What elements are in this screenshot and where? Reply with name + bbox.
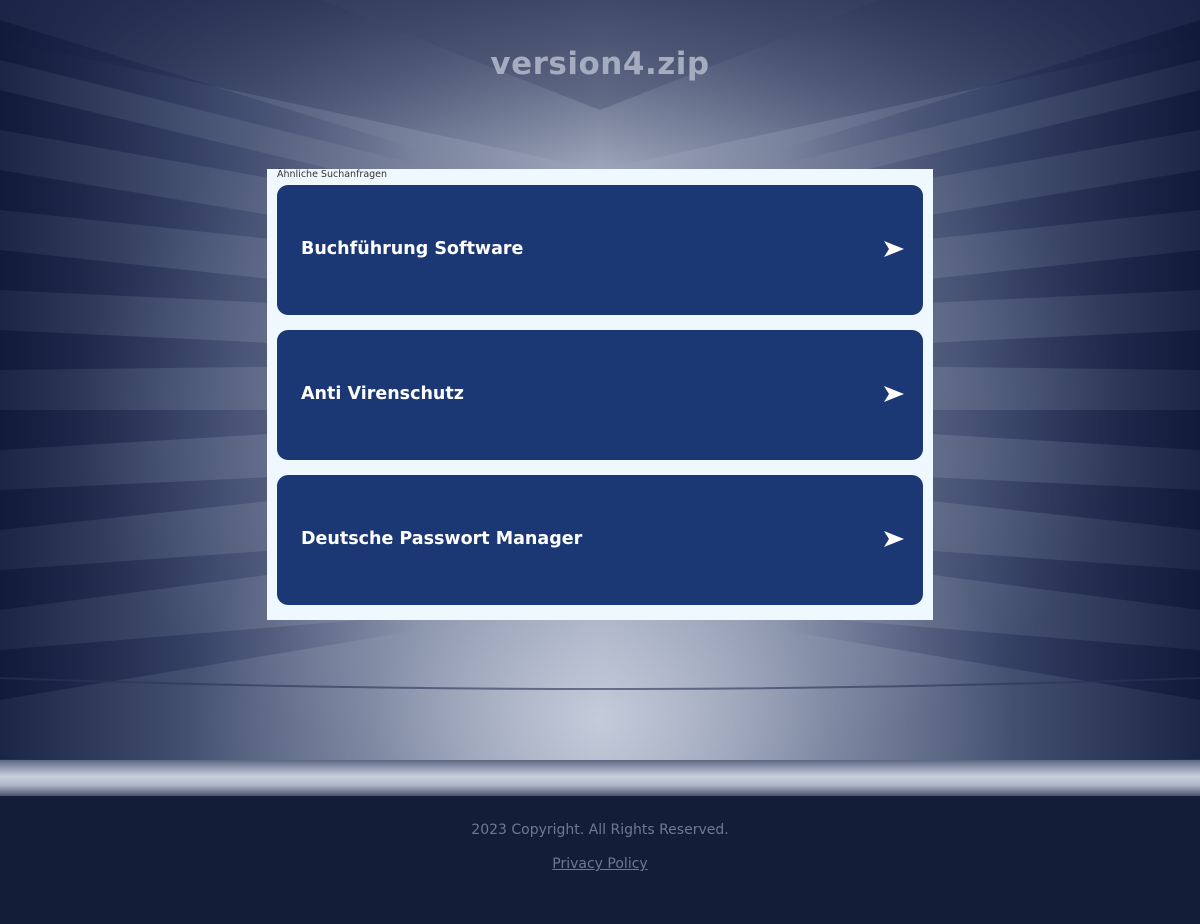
- result-link-buchfuehrung-software[interactable]: Buchführung Software: [277, 185, 923, 315]
- floor-band: [0, 760, 1200, 796]
- result-label: Anti Virenschutz: [301, 384, 464, 404]
- related-searches-label: Ähnliche Suchanfragen: [277, 169, 388, 180]
- page: version4.zip Ähnliche Suchanfragen Buchf…: [0, 0, 1200, 924]
- footer: 2023 Copyright. All Rights Reserved. Pri…: [0, 796, 1200, 924]
- privacy-policy-link[interactable]: Privacy Policy: [0, 856, 1200, 872]
- arrow-right-icon: [884, 531, 904, 547]
- result-label: Buchführung Software: [301, 239, 524, 259]
- copyright-text: 2023 Copyright. All Rights Reserved.: [471, 822, 729, 838]
- result-link-anti-virenschutz[interactable]: Anti Virenschutz: [277, 330, 923, 460]
- arrow-right-icon: [884, 386, 904, 402]
- related-searches-panel: Ähnliche Suchanfragen Buchführung Softwa…: [267, 169, 933, 620]
- result-label: Deutsche Passwort Manager: [301, 529, 583, 549]
- arrow-right-icon: [884, 241, 904, 257]
- site-title: version4.zip: [490, 46, 710, 82]
- result-link-deutsche-passwort-manager[interactable]: Deutsche Passwort Manager: [277, 475, 923, 605]
